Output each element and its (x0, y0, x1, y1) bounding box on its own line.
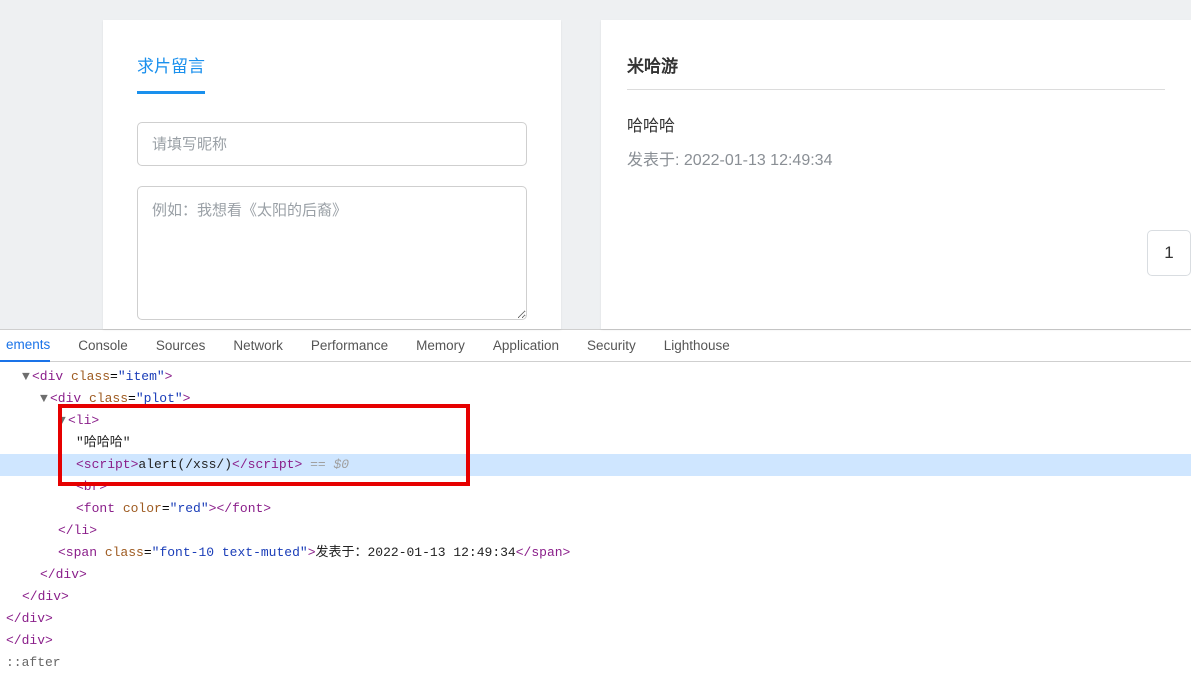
dom-node[interactable]: </div> (0, 608, 1191, 630)
elements-tree[interactable]: ▼<div class="item"> ▼<div class="plot"> … (0, 362, 1191, 674)
dom-text[interactable]: "哈哈哈" (0, 432, 1191, 454)
dom-pseudo-after[interactable]: ::after (0, 652, 1191, 674)
dom-node[interactable]: <br> (0, 476, 1191, 498)
tab-console[interactable]: Console (78, 330, 128, 362)
dom-node[interactable]: </li> (0, 520, 1191, 542)
tab-lighthouse[interactable]: Lighthouse (664, 330, 730, 362)
dom-node[interactable]: </div> (0, 586, 1191, 608)
tab-request-movie[interactable]: 求片留言 (137, 52, 205, 94)
page-1-button[interactable]: 1 (1147, 230, 1191, 276)
tab-security[interactable]: Security (587, 330, 636, 362)
devtools-tabbar: ements Console Sources Network Performan… (0, 330, 1191, 362)
comment-timestamp: 发表于: 2022-01-13 12:49:34 (627, 146, 1165, 170)
comment-user-name: 米哈游 (627, 52, 1165, 90)
dom-node[interactable]: <span class="font-10 text-muted">发表于：202… (0, 542, 1191, 564)
tab-memory[interactable]: Memory (416, 330, 465, 362)
dom-node[interactable]: ▼<li> (0, 410, 1191, 432)
dom-node-selected[interactable]: <script>alert(/xss/)</script> == $0 (0, 454, 1191, 476)
comment-card: 米哈游 哈哈哈 发表于: 2022-01-13 12:49:34 1 (601, 20, 1191, 329)
devtools-panel: ements Console Sources Network Performan… (0, 329, 1191, 659)
dom-node[interactable]: </div> (0, 564, 1191, 586)
comment-content: 哈哈哈 (627, 90, 1165, 136)
tab-performance[interactable]: Performance (311, 330, 388, 362)
tab-elements[interactable]: ements (0, 330, 50, 362)
pagination: 1 (1147, 230, 1191, 276)
tab-network[interactable]: Network (233, 330, 283, 362)
dom-node[interactable]: <font color="red"></font> (0, 498, 1191, 520)
dom-node[interactable]: </div> (0, 630, 1191, 652)
tab-application[interactable]: Application (493, 330, 559, 362)
dom-node[interactable]: ▼<div class="item"> (0, 366, 1191, 388)
page-content: 求片留言 米哈游 哈哈哈 发表于: 2022-01-13 12:49:34 1 (0, 0, 1191, 329)
dom-node[interactable]: ▼<div class="plot"> (0, 388, 1191, 410)
tab-sources[interactable]: Sources (156, 330, 206, 362)
message-textarea[interactable] (137, 186, 527, 320)
form-tab-bar: 求片留言 (137, 52, 527, 94)
message-form-card: 求片留言 (103, 20, 561, 329)
nickname-input[interactable] (137, 122, 527, 166)
